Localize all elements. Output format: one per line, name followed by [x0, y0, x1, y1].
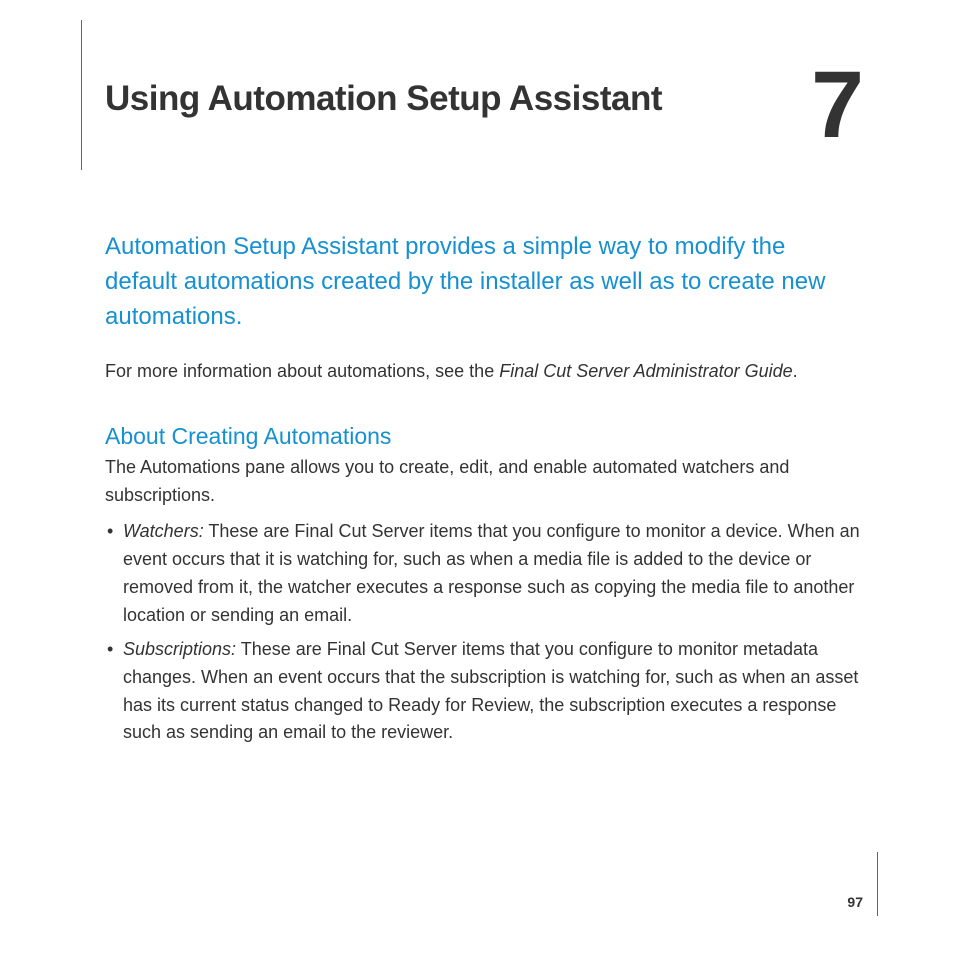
document-page: Using Automation Setup Assistant 7 Autom… [0, 0, 954, 954]
header-vertical-rule [81, 20, 82, 170]
page-number-container: 97 [847, 852, 878, 916]
more-info-paragraph: For more information about automations, … [105, 358, 864, 385]
intro-paragraph: Automation Setup Assistant provides a si… [105, 230, 864, 334]
section-body: The Automations pane allows you to creat… [105, 454, 864, 510]
guide-reference: Final Cut Server Administrator Guide [499, 361, 792, 381]
chapter-title: Using Automation Setup Assistant [105, 80, 864, 119]
bullet-label: Watchers: [123, 521, 204, 541]
chapter-header: Using Automation Setup Assistant 7 [75, 10, 864, 170]
chapter-content: Automation Setup Assistant provides a si… [75, 170, 864, 747]
list-item: Watchers: These are Final Cut Server ite… [105, 518, 864, 630]
bullet-label: Subscriptions: [123, 639, 236, 659]
page-number: 97 [847, 894, 863, 910]
more-info-prefix: For more information about automations, … [105, 361, 499, 381]
bullet-list: Watchers: These are Final Cut Server ite… [105, 518, 864, 747]
list-item: Subscriptions: These are Final Cut Serve… [105, 636, 864, 748]
more-info-suffix: . [793, 361, 798, 381]
section-heading: About Creating Automations [105, 423, 864, 450]
bullet-text: These are Final Cut Server items that yo… [123, 521, 860, 625]
chapter-number: 7 [811, 58, 864, 153]
